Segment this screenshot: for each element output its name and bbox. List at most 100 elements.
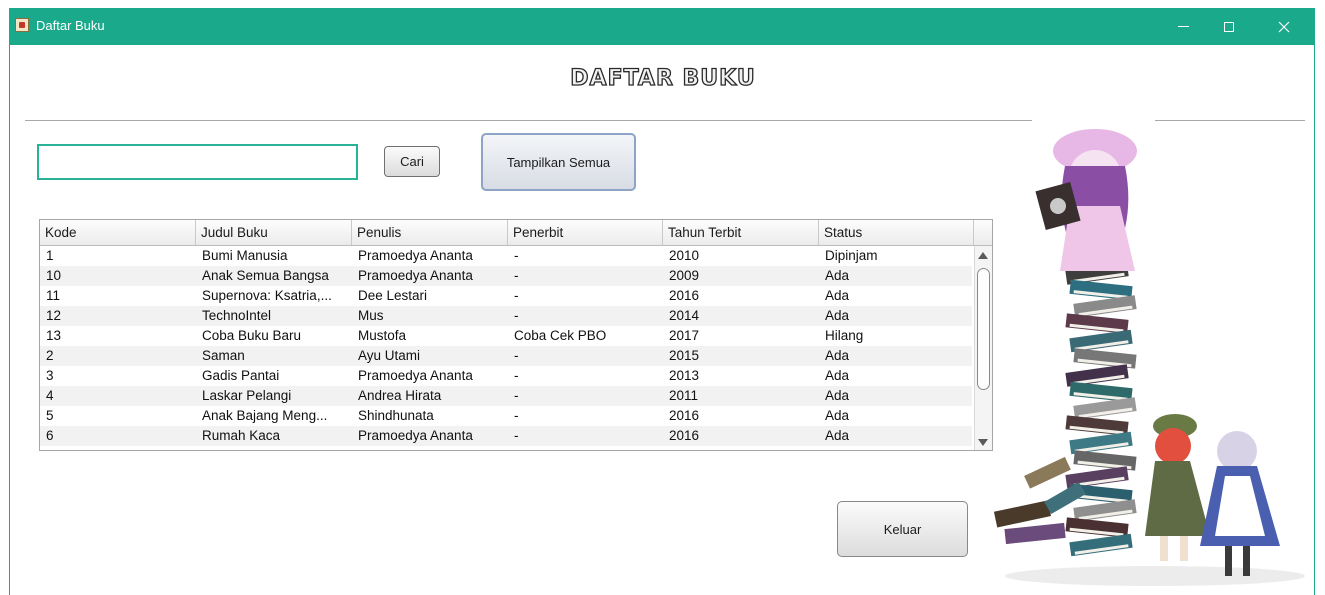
- cell-judul: Laskar Pelangi: [202, 388, 292, 403]
- cell-judul: Anak Semua Bangsa: [202, 268, 329, 283]
- cell-penulis: Pramoedya Ananta: [358, 368, 473, 383]
- table-body: 1 Bumi Manusia Pramoedya Ananta -2010 Dipinj…: [40, 246, 972, 450]
- cell-status: Ada: [825, 408, 850, 423]
- cell-judul: Jejak Langkah: [196, 446, 352, 450]
- cell-judul: Anak Bajang Meng...: [202, 408, 328, 423]
- cell-penerbit: Coba Cek PBO: [514, 328, 607, 343]
- maximize-button[interactable]: [1206, 8, 1252, 45]
- page-title: DAFTAR BUKU: [570, 65, 756, 91]
- cell-kode: 3: [46, 368, 54, 383]
- column-header-penulis[interactable]: Penulis: [352, 220, 508, 245]
- column-header-status[interactable]: Status: [819, 220, 974, 245]
- cell-penulis: Ayu Utami: [358, 348, 421, 363]
- cell-tahun: 2013: [669, 368, 700, 383]
- cell-penerbit: -: [508, 446, 663, 450]
- table-header: Kode Judul Buku Penulis Penerbit Tahun T…: [40, 220, 992, 246]
- table-row[interactable]: 13 Coba Buku Baru Mustofa Coba Cek PBO 2017 H…: [40, 326, 972, 346]
- cell-penulis: Pramoedya Ananta: [358, 268, 473, 283]
- cell-tahun: 2017: [669, 328, 700, 343]
- table-row[interactable]: 11 Supernova: Ksatria,... Dee Lestari - 2016…: [40, 286, 972, 306]
- show-all-button[interactable]: Tampilkan Semua: [481, 133, 636, 191]
- cell-tahun: 2010: [669, 248, 700, 263]
- cell-kode: 11: [46, 288, 61, 303]
- cell-penulis: Shindhunata: [358, 408, 434, 423]
- app-window: Daftar Buku DAFTAR BUKU Cari Tampilkan S…: [9, 8, 1315, 595]
- table-row[interactable]: 7Jejak LangkahPramoedya Ananta-2015Dipin…: [40, 446, 972, 450]
- minimize-icon: [1177, 26, 1189, 27]
- cell-status: Ada: [825, 288, 850, 303]
- search-button[interactable]: Cari: [384, 146, 440, 177]
- cell-judul: TechnoIntel: [202, 308, 272, 323]
- cell-status: Ada: [825, 308, 850, 323]
- cell-kode: 7: [40, 446, 196, 450]
- cell-kode: 1: [46, 248, 54, 263]
- cell-kode: 10: [46, 268, 62, 283]
- table-row[interactable]: 3 Gadis Pantai Pramoedya Ananta - 2013 Ada: [40, 366, 972, 386]
- java-app-icon: [15, 18, 29, 32]
- cell-tahun: 2011: [669, 388, 699, 403]
- cell-status: Ada: [825, 268, 850, 283]
- cell-penerbit: -: [514, 248, 519, 263]
- table-row[interactable]: 1 Bumi Manusia Pramoedya Ananta - 2010 Dipinj…: [40, 246, 972, 266]
- cell-penulis: Mustofa: [358, 328, 407, 343]
- column-header-tahun[interactable]: Tahun Terbit: [663, 220, 819, 245]
- cell-tahun: 2009: [669, 268, 700, 283]
- column-header-penerbit[interactable]: Penerbit: [508, 220, 663, 245]
- cell-penulis: Pramoedya Ananta: [352, 446, 508, 450]
- cell-kode: 13: [46, 328, 62, 343]
- window-title: Daftar Buku: [36, 18, 105, 33]
- table-row[interactable]: 2 Saman Ayu Utami - 2015 Ada: [40, 346, 972, 366]
- column-header-judul[interactable]: Judul Buku: [196, 220, 352, 245]
- anime-characters-book-stack-illustration: [993, 129, 1305, 586]
- table-row[interactable]: 6 Rumah Kaca Pramoedya Ananta - 2016 Ada: [40, 426, 972, 446]
- cell-judul: Saman: [202, 348, 245, 363]
- cell-penulis: Dee Lestari: [358, 288, 428, 303]
- cell-status: Dipinjam: [825, 248, 878, 263]
- cell-penerbit: -: [514, 388, 519, 403]
- search-input[interactable]: [37, 144, 358, 180]
- cell-judul: Gadis Pantai: [202, 368, 280, 383]
- table-row[interactable]: 5 Anak Bajang Meng... Shindhunata - 2016 Ada: [40, 406, 972, 426]
- table-row[interactable]: 12 TechnoIntel Mus - 2014 Ada: [40, 306, 972, 326]
- close-icon: [1278, 21, 1290, 32]
- cell-penerbit: -: [514, 428, 519, 443]
- minimize-button[interactable]: [1160, 8, 1206, 45]
- books-table[interactable]: Kode Judul Buku Penulis Penerbit Tahun T…: [39, 219, 993, 451]
- cell-penerbit: -: [514, 408, 519, 423]
- cell-tahun: 2016: [669, 288, 700, 303]
- maximize-icon: [1224, 21, 1234, 32]
- cell-penerbit: -: [514, 268, 519, 283]
- cell-tahun: 2016: [669, 428, 700, 443]
- cell-penerbit: -: [514, 288, 519, 303]
- cell-tahun: 2016: [669, 408, 700, 423]
- cell-tahun: 2015: [663, 446, 819, 450]
- exit-button[interactable]: Keluar: [837, 501, 968, 557]
- cell-penerbit: -: [514, 308, 519, 323]
- cell-penulis: Andrea Hirata: [358, 388, 442, 403]
- cell-penulis: Pramoedya Ananta: [358, 428, 473, 443]
- close-button[interactable]: [1261, 8, 1307, 45]
- cell-judul: Bumi Manusia: [202, 248, 288, 263]
- column-header-kode[interactable]: Kode: [40, 220, 196, 245]
- cell-kode: 12: [46, 308, 62, 323]
- cell-kode: 4: [46, 388, 54, 403]
- cell-status: Dipinjam: [819, 446, 972, 450]
- cell-status: Hilang: [825, 328, 864, 343]
- cell-kode: 6: [46, 428, 54, 443]
- cell-judul: Supernova: Ksatria,...: [202, 288, 332, 303]
- cell-status: Ada: [825, 428, 850, 443]
- cell-penulis: Pramoedya Ananta: [358, 248, 473, 263]
- cell-penerbit: -: [514, 348, 519, 363]
- divider: [25, 120, 1032, 121]
- title-bar[interactable]: Daftar Buku: [10, 8, 1314, 45]
- cell-tahun: 2015: [669, 348, 700, 363]
- cell-kode: 2: [46, 348, 54, 363]
- table-row[interactable]: 4 Laskar Pelangi Andrea Hirata - 2011 Ada: [40, 386, 972, 406]
- cell-kode: 5: [46, 408, 54, 423]
- cell-penulis: Mus: [358, 308, 384, 323]
- cell-judul: Rumah Kaca: [202, 428, 281, 443]
- cell-status: Ada: [825, 368, 850, 383]
- cell-penerbit: -: [514, 368, 519, 383]
- cell-status: Ada: [825, 388, 850, 403]
- table-row[interactable]: 10 Anak Semua Bangsa Pramoedya Ananta - 2009…: [40, 266, 972, 286]
